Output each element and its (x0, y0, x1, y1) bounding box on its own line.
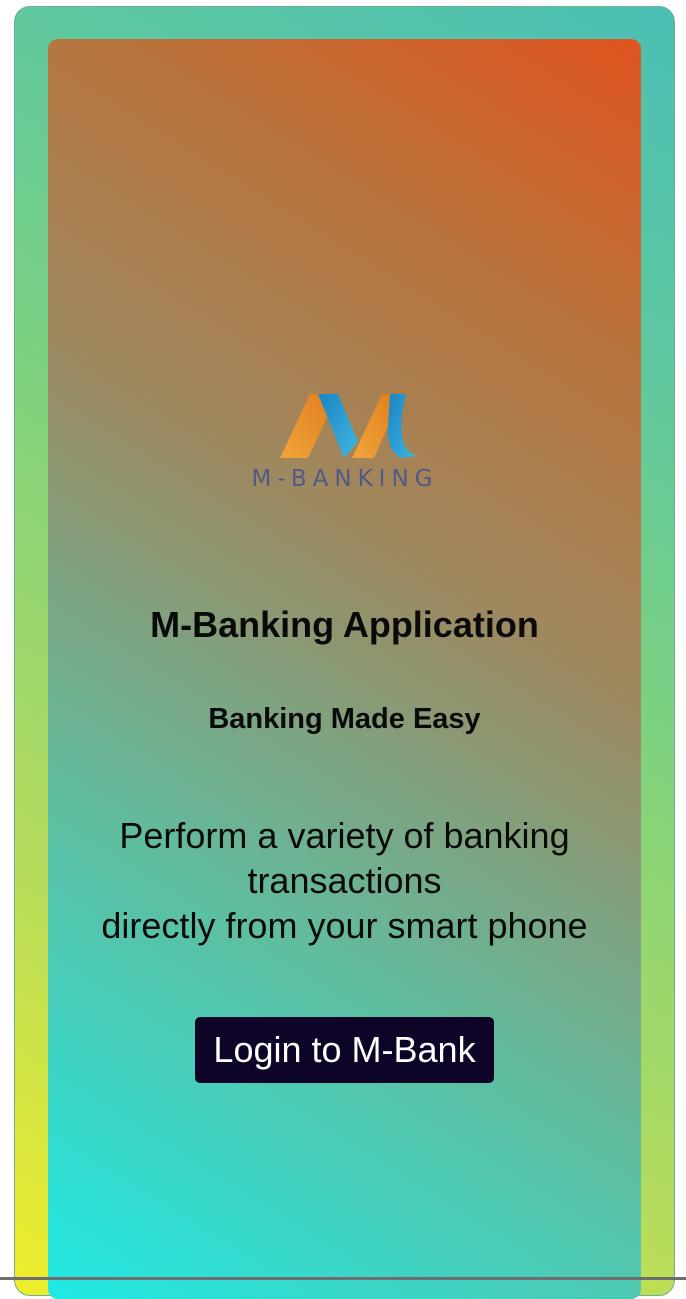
description-line-1: Perform a variety of banking (119, 815, 570, 856)
welcome-panel (48, 39, 641, 1299)
m-banking-logo: M-BANKING (240, 386, 450, 496)
page-title: M-Banking Application (150, 604, 539, 645)
description-line-3: directly from your smart phone (101, 905, 588, 946)
logo-wordmark: M-BANKING (251, 466, 439, 492)
tagline: Banking Made Easy (208, 703, 481, 735)
m-letter-logo-icon (280, 394, 418, 458)
login-button[interactable]: Login to M-Bank (195, 1017, 494, 1083)
app-description: Perform a variety of banking transaction… (48, 813, 641, 948)
description-line-2: transactions (247, 860, 442, 901)
